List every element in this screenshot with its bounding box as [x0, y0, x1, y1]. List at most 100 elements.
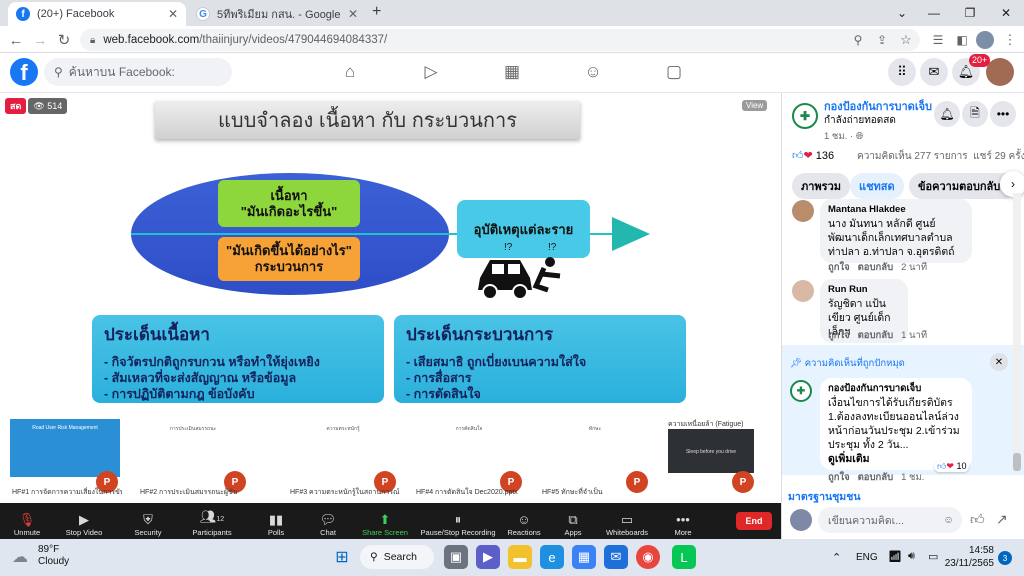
- scrollbar[interactable]: [1013, 193, 1021, 473]
- bell-icon[interactable]: 🔔︎: [934, 101, 960, 127]
- home-icon[interactable]: ⌂: [338, 61, 362, 83]
- wifi-icon[interactable]: 📶︎: [888, 550, 902, 563]
- comment-author[interactable]: Run Run: [828, 283, 900, 297]
- close-tab-icon[interactable]: ✕: [168, 7, 178, 21]
- pause-stop-recording-button[interactable]: ⏸︎ Pause/Stop Recording: [418, 505, 498, 537]
- avatar[interactable]: ✚: [790, 380, 812, 402]
- side-panel-icon[interactable]: ◧: [952, 30, 972, 50]
- chevron-up-icon[interactable]: ⌃: [832, 551, 841, 564]
- store-icon[interactable]: ▦: [572, 545, 596, 569]
- chrome-icon[interactable]: ◉: [636, 545, 660, 569]
- facebook-search-input[interactable]: ⚲ ค้นหาบน Facebook:: [44, 58, 232, 86]
- close-tab-icon[interactable]: ✕: [348, 7, 358, 21]
- like-link[interactable]: ถูกใจ: [828, 472, 850, 483]
- minimize-icon[interactable]: —: [916, 0, 952, 26]
- participants-button[interactable]: 👥︎12 Participants: [185, 505, 239, 537]
- reload-icon[interactable]: ↻: [54, 30, 74, 50]
- more-button[interactable]: ••• More: [656, 505, 710, 537]
- reactions-button[interactable]: ☺ Reactions: [497, 505, 551, 537]
- facebook-logo[interactable]: f: [10, 58, 38, 86]
- security-label: Security: [134, 528, 162, 537]
- file-explorer-icon[interactable]: ▬: [508, 545, 532, 569]
- apps-button[interactable]: ⧉ Apps: [546, 505, 600, 537]
- security-button[interactable]: ⛨ Security: [121, 505, 175, 537]
- live-video-player[interactable]: แบบจำลอง เนื้อหา กับ กระบวนการ เนื้อหา "…: [0, 93, 781, 503]
- unmute-button[interactable]: 🎙︎ Unmute: [0, 505, 54, 537]
- reactions-summary[interactable]: 👍︎❤ 136: [792, 149, 834, 162]
- page-logo[interactable]: ✚: [792, 103, 818, 129]
- battery-icon[interactable]: ▭: [928, 550, 938, 563]
- tab-live-chat[interactable]: แชทสด: [850, 173, 904, 199]
- task-view-icon[interactable]: ▣: [444, 545, 468, 569]
- tab-google-search[interactable]: G 5ทีพริเมียม กสน. - Google Search ✕: [188, 2, 366, 26]
- close-window-icon[interactable]: ✕: [988, 0, 1024, 26]
- gaming-icon[interactable]: ▢: [662, 61, 686, 83]
- reading-list-icon[interactable]: ☰: [928, 30, 948, 50]
- comment-author[interactable]: Mantana Hlakdee: [828, 203, 964, 217]
- content-box: เนื้อหา "มันเกิดอะไรขึ้น": [218, 180, 360, 227]
- language-indicator[interactable]: ENG: [856, 552, 878, 563]
- share-screen-button[interactable]: ⬆ Share Screen: [358, 505, 412, 537]
- address-bar[interactable]: 🔒︎ web.facebook.com/thaiinjury/videos/47…: [80, 29, 920, 51]
- stop-video-button[interactable]: ▶ Stop Video: [57, 505, 111, 537]
- like-link[interactable]: ถูกใจ: [828, 330, 850, 341]
- polls-button[interactable]: ▮▮ Polls: [249, 505, 303, 537]
- clock[interactable]: 14:58 23/11/2565: [944, 544, 994, 570]
- reply-link[interactable]: ตอบกลับ: [858, 262, 894, 273]
- comment-input[interactable]: เขียนความคิดเ... ☺: [818, 507, 962, 533]
- windows-start-icon[interactable]: ⊞: [330, 545, 354, 569]
- line-icon[interactable]: L: [672, 545, 696, 569]
- teams-icon[interactable]: ▶: [476, 545, 500, 569]
- share-icon[interactable]: ⇪: [872, 30, 892, 50]
- page-name-line[interactable]: กองป้องกันการบาดเจ็บ กำลังถ่ายทอดสด: [824, 101, 936, 127]
- edge-icon[interactable]: e: [540, 545, 564, 569]
- save-icon[interactable]: 🗎: [962, 101, 988, 127]
- menu-grid-icon[interactable]: ⠿: [888, 58, 916, 86]
- tab-facebook[interactable]: f (20+) Facebook ✕: [8, 2, 186, 26]
- scrollbar-thumb[interactable]: [1013, 453, 1021, 471]
- watch-icon[interactable]: ▷: [419, 61, 443, 83]
- tab-overview[interactable]: ภาพรวม: [792, 173, 851, 199]
- avatar[interactable]: [792, 200, 814, 222]
- weather-widget[interactable]: 89°F Cloudy: [38, 544, 69, 568]
- whiteboards-button[interactable]: ▭ Whiteboards: [600, 505, 654, 537]
- engagement-stats[interactable]: ความคิดเห็น 277 รายการ แชร์ 29 ครั้ง: [857, 149, 1024, 164]
- thumbs-up-icon[interactable]: 👍︎: [970, 511, 985, 528]
- marketplace-icon[interactable]: ▦: [500, 61, 524, 83]
- chevron-down-icon[interactable]: ⌄: [884, 0, 920, 26]
- reply-link[interactable]: ตอบกลับ: [858, 472, 894, 483]
- view-tag[interactable]: View: [742, 100, 768, 111]
- forward-icon[interactable]: →: [30, 30, 50, 50]
- viewer-count: 👁︎ 514: [28, 98, 68, 114]
- end-meeting-button[interactable]: End: [736, 512, 772, 530]
- profile-avatar[interactable]: [976, 31, 994, 49]
- emoji-icon[interactable]: ☺: [943, 514, 962, 526]
- volume-icon[interactable]: 🔊︎: [908, 550, 915, 563]
- new-tab-button[interactable]: +: [372, 3, 381, 21]
- chat-button[interactable]: 💬︎ Chat: [301, 505, 355, 537]
- messenger-icon[interactable]: ✉: [920, 58, 948, 86]
- restore-icon[interactable]: ❐: [952, 0, 988, 26]
- close-icon[interactable]: ✕: [990, 353, 1008, 371]
- reply-link[interactable]: ตอบกลับ: [858, 330, 894, 341]
- taskbar-search[interactable]: ⚲ Search: [360, 545, 434, 569]
- pinned-reactions[interactable]: 👍︎❤ 10: [934, 461, 970, 472]
- avatar[interactable]: [792, 280, 814, 302]
- my-avatar[interactable]: [790, 509, 812, 531]
- more-options-icon[interactable]: •••: [990, 101, 1016, 127]
- like-link[interactable]: ถูกใจ: [828, 262, 850, 273]
- share-icon[interactable]: ↗: [996, 511, 1008, 528]
- menu-dots-icon[interactable]: ⋮: [1000, 30, 1020, 50]
- account-avatar[interactable]: [986, 58, 1014, 86]
- notification-count-badge[interactable]: 3: [998, 551, 1012, 565]
- mail-icon[interactable]: ✉: [604, 545, 628, 569]
- community-standards-link[interactable]: มาตรฐานชุมชน: [788, 488, 861, 505]
- page-name[interactable]: กองป้องกันการบาดเจ็บ: [824, 101, 932, 113]
- bookmark-star-icon[interactable]: ☆: [896, 30, 916, 50]
- groups-icon[interactable]: ☺: [581, 61, 605, 83]
- comment-author[interactable]: กองป้องกันการบาดเจ็บ: [828, 382, 964, 396]
- pin-icon: 📌︎: [790, 358, 805, 369]
- windows-taskbar: ☁ 89°F Cloudy ⊞ ⚲ Search ▣ ▶ ▬ e ▦ ✉ ◉ L …: [0, 539, 1024, 576]
- back-icon[interactable]: ←: [6, 30, 26, 50]
- zoom-icon[interactable]: ⚲: [848, 30, 868, 50]
